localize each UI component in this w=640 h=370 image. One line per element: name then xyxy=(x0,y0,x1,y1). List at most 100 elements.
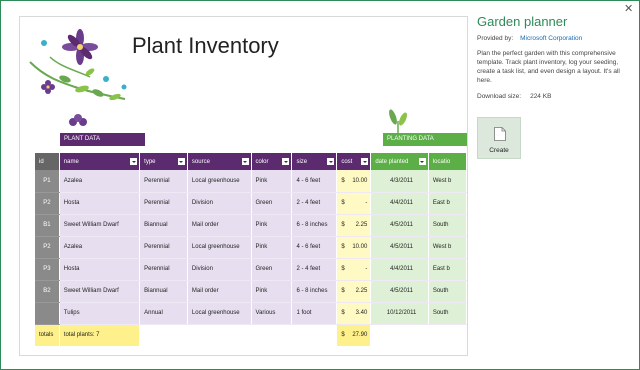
cell-name[interactable]: Sweet William Dwarf xyxy=(59,214,141,237)
totals-label: totals xyxy=(35,324,60,346)
table-row[interactable]: P2 Azalea Perennial Local greenhouse Pink 4 -… xyxy=(35,236,467,259)
cell-cost[interactable]: $2.25 xyxy=(336,280,372,303)
cell-color[interactable]: Pink xyxy=(251,214,293,237)
filter-dropdown-icon[interactable] xyxy=(130,158,138,165)
cell-id[interactable]: B1 xyxy=(35,214,60,237)
cell-date-planted[interactable]: 4/4/2011 xyxy=(370,192,429,215)
cell-size[interactable]: 4 - 6 feet xyxy=(291,170,338,193)
cell-date-planted[interactable]: 4/5/2011 xyxy=(370,280,429,303)
filter-dropdown-icon[interactable] xyxy=(327,158,335,165)
cell-name[interactable]: Azalea xyxy=(59,236,141,259)
table-row[interactable]: P1 Azalea Perennial Local greenhouse Pink 4 -… xyxy=(35,170,467,193)
cell-date-planted[interactable]: 4/4/2011 xyxy=(370,258,429,281)
page-title: Plant Inventory xyxy=(132,33,279,58)
cell-name[interactable]: Hosta xyxy=(59,192,141,215)
cell-type[interactable]: Biannual xyxy=(139,214,188,237)
cell-type[interactable]: Perennial xyxy=(139,258,188,281)
cell-type[interactable]: Biannual xyxy=(139,280,188,303)
template-preview: Plant Inventory PLANT DATA PLANTING DATA… xyxy=(19,16,468,356)
cell-color[interactable]: Various xyxy=(251,302,293,325)
cell-location[interactable]: South xyxy=(428,214,467,237)
cell-location[interactable]: South xyxy=(428,280,467,303)
cell-color[interactable]: Green xyxy=(251,258,293,281)
cell-location[interactable]: East b xyxy=(428,258,467,281)
cell-id[interactable]: P1 xyxy=(35,170,60,193)
table-row[interactable]: B1 Sweet William Dwarf Biannual Mail order P… xyxy=(35,214,467,237)
cell-location[interactable]: West b xyxy=(428,170,467,193)
cell-id[interactable]: P2 xyxy=(35,192,60,215)
planting-data-header: PLANTING DATA xyxy=(383,133,467,146)
cell-source[interactable]: Local greenhouse xyxy=(187,236,252,259)
cell-id[interactable] xyxy=(35,302,60,325)
table-row[interactable]: P3 Hosta Perennial Division Green 2 - 4 feet $… xyxy=(35,258,467,281)
column-header[interactable]: type xyxy=(139,153,188,170)
template-description: Plan the perfect garden with this compre… xyxy=(477,50,620,84)
column-header: id xyxy=(35,153,60,170)
cell-source[interactable]: Mail order xyxy=(187,214,252,237)
cell-cost[interactable]: $ - xyxy=(336,192,372,215)
cell-size[interactable]: 6 - 8 inches xyxy=(291,214,338,237)
cell-id[interactable]: P3 xyxy=(35,258,60,281)
cell-date-planted[interactable]: 4/5/2011 xyxy=(370,236,429,259)
cell-source[interactable]: Local greenhouse xyxy=(187,302,252,325)
cell-source[interactable]: Mail order xyxy=(187,280,252,303)
cell-location[interactable]: East b xyxy=(428,192,467,215)
create-label: Create xyxy=(489,147,509,154)
cell-name[interactable]: Hosta xyxy=(59,258,141,281)
table-row[interactable]: B2 Sweet William Dwarf Biannual Mail order P… xyxy=(35,280,467,303)
cell-cost[interactable]: $ - xyxy=(336,258,372,281)
cell-size[interactable]: 2 - 4 feet xyxy=(291,258,338,281)
cell-size[interactable]: 4 - 6 feet xyxy=(291,236,338,259)
filter-dropdown-icon[interactable] xyxy=(418,158,426,165)
cell-cost[interactable]: $2.25 xyxy=(336,214,372,237)
cell-date-planted[interactable]: 4/3/2011 xyxy=(370,170,429,193)
cell-type[interactable]: Annual xyxy=(139,302,188,325)
cell-type[interactable]: Perennial xyxy=(139,236,188,259)
plant-data-header: PLANT DATA xyxy=(60,133,145,146)
cell-color[interactable]: Pink xyxy=(251,170,293,193)
filter-dropdown-icon[interactable] xyxy=(241,158,249,165)
column-header[interactable]: source xyxy=(187,153,252,170)
provider-link[interactable]: Microsoft Corporation xyxy=(520,35,582,42)
cell-name[interactable]: Azalea xyxy=(59,170,141,193)
cell-location[interactable]: West b xyxy=(428,236,467,259)
cell-color[interactable]: Green xyxy=(251,192,293,215)
total-plants: total plants: 7 xyxy=(59,324,141,346)
cell-name[interactable]: Tulips xyxy=(59,302,141,325)
create-button[interactable]: Create xyxy=(477,117,521,159)
close-icon[interactable]: ✕ xyxy=(624,3,633,15)
filter-dropdown-icon[interactable] xyxy=(177,158,185,165)
cell-color[interactable]: Pink xyxy=(251,236,293,259)
cell-date-planted[interactable]: 4/5/2011 xyxy=(370,214,429,237)
cell-cost[interactable]: $3.40 xyxy=(336,302,372,325)
cell-id[interactable]: P2 xyxy=(35,236,60,259)
filter-dropdown-icon[interactable] xyxy=(282,158,290,165)
column-header[interactable]: cost xyxy=(336,153,372,170)
cell-name[interactable]: Sweet William Dwarf xyxy=(59,280,141,303)
table-row[interactable]: P2 Hosta Perennial Division Green 2 - 4 feet $… xyxy=(35,192,467,215)
filter-dropdown-icon[interactable] xyxy=(361,158,369,165)
cell-color[interactable]: Pink xyxy=(251,280,293,303)
flower-decoration xyxy=(29,29,127,126)
cell-cost[interactable]: $10.00 xyxy=(336,236,372,259)
cell-type[interactable]: Perennial xyxy=(139,192,188,215)
cell-size[interactable]: 1 foot xyxy=(291,302,338,325)
cell-size[interactable]: 6 - 8 inches xyxy=(291,280,338,303)
cell-date-planted[interactable]: 10/12/2011 xyxy=(370,302,429,325)
cell-type[interactable]: Perennial xyxy=(139,170,188,193)
column-header[interactable]: color xyxy=(251,153,293,170)
column-header[interactable]: name xyxy=(59,153,141,170)
column-header[interactable]: size xyxy=(291,153,338,170)
cell-source[interactable]: Division xyxy=(187,192,252,215)
column-header[interactable]: date planted xyxy=(370,153,429,170)
document-icon xyxy=(494,127,506,141)
table-row[interactable]: Tulips Annual Local greenhouse Various 1 foo… xyxy=(35,302,467,325)
cell-size[interactable]: 2 - 4 feet xyxy=(291,192,338,215)
cell-location[interactable]: South xyxy=(428,302,467,325)
cell-source[interactable]: Local greenhouse xyxy=(187,170,252,193)
cell-source[interactable]: Division xyxy=(187,258,252,281)
cell-cost[interactable]: $10.00 xyxy=(336,170,372,193)
totals-row: totals total plants: 7 $27.90 xyxy=(35,324,467,346)
template-title: Garden planner xyxy=(477,14,568,29)
cell-id[interactable]: B2 xyxy=(35,280,60,303)
